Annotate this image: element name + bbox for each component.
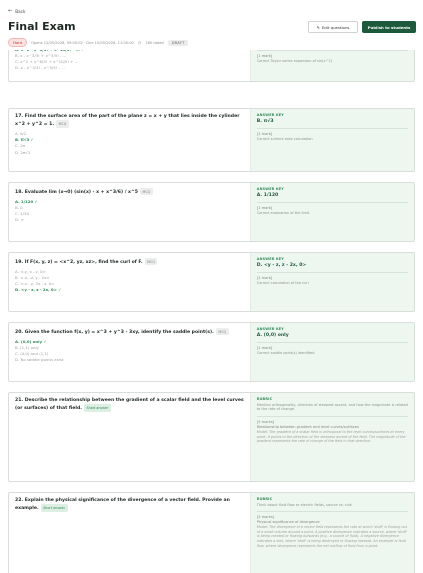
rubric-text: Think about fluid flow or electric field… [256, 502, 352, 507]
marks-label: [1 mark] [256, 275, 273, 280]
exam-meta: Hard Opens 12/05/2026, 09:00:02 · Due 10… [8, 38, 189, 47]
answer-key-value: A. (0,0) only [256, 332, 289, 338]
exam-dates: Opens 12/05/2026, 09:00:02 · Due 10/05/2… [31, 40, 134, 45]
option-d: D. x - x^3/3! - x^5/5! - ... [15, 65, 65, 71]
clock-icon: ◷ [137, 40, 142, 45]
rubric-panel: RUBRIC Mention orthogonality, direction … [249, 393, 414, 481]
answer-explanation: Correct calculation of the curl [256, 281, 309, 285]
question-type-tag: MCQ [215, 328, 229, 336]
rubric-panel: RUBRIC Think about fluid flow or electri… [249, 493, 414, 573]
question-text: 19. If F(x, y, z) = <x^2, yz, xz>, find … [15, 258, 244, 267]
question-card-19: 19. If F(x, y, z) = <x^2, yz, xz>, find … [8, 252, 415, 312]
publish-button[interactable]: Publish to students [362, 21, 416, 33]
edit-questions-label: Edit questions [321, 24, 350, 30]
arrow-left-icon: ← [8, 8, 13, 14]
rubric-point-title: Physical significance of divergence [256, 520, 320, 525]
answer-key-label: ANSWER KEY [256, 187, 284, 191]
answer-explanation: Correct surface area calculation [256, 137, 313, 141]
question-card-17: 17. Find the surface area of the part of… [8, 108, 415, 172]
option-d: D. ∞ [15, 217, 24, 223]
option-d: D. <y - z, z - 2x, 0> ✓ [15, 287, 62, 293]
answer-key-value: B. π√3 [256, 118, 274, 124]
question-type-tag: Short answer [40, 504, 68, 512]
answer-key-label: ANSWER KEY [256, 257, 284, 261]
answer-key-value: D. <y - z, z - 2x, 0> [256, 262, 307, 268]
option-d: D. 2π√3 [15, 149, 31, 155]
question-type-tag: MCQ [144, 258, 158, 266]
top-bar: ← Back Final Exam Hard Opens 12/05/2026,… [0, 0, 423, 50]
rubric-point-model: Model: The divergence of a vector field … [256, 525, 408, 548]
exam-duration: 180 dated [145, 40, 164, 45]
answer-key-label: ANSWER KEY [256, 327, 284, 331]
pencil-icon: ✎ [316, 24, 320, 30]
question-type-tag: MCQ [56, 120, 69, 128]
back-link[interactable]: ← Back [8, 8, 25, 14]
question-type-tag: MCQ [140, 188, 153, 196]
marks-label: [1 mark] [256, 205, 273, 210]
rubric-point-model: Model: The gradient of a scalar field is… [256, 430, 406, 444]
rubric-label: RUBRIC [256, 497, 273, 501]
answer-key-panel: ANSWER KEY D. <y - z, z - 2x, 0> [1 mark… [249, 253, 414, 311]
answer-key-value: A. 1/120 [256, 192, 279, 198]
answer-explanation: Correct saddle point(s) identified [256, 351, 315, 355]
answer-explanation: Correct evaluation of the limit [256, 211, 310, 215]
marks-label: [1 mark] [256, 131, 273, 136]
question-text: 17. Find the surface area of the part of… [15, 114, 240, 128]
answer-key-label: ANSWER KEY [256, 113, 284, 117]
question-text: 18. Evaluate lim (x→0) (sin(x) - x + x^3… [15, 188, 244, 197]
answer-explanation: Correct Taylor series expansion of sin(x… [256, 59, 333, 63]
edit-questions-button[interactable]: ✎ Edit questions [308, 21, 358, 33]
question-card-21: 21. Describe the relationship between th… [8, 392, 415, 482]
option-d: D. No saddle points exist [15, 357, 64, 363]
status-badge: DRAFT [167, 39, 189, 46]
page-title: Final Exam [8, 20, 76, 33]
question-type-tag: Short answer [84, 404, 111, 412]
difficulty-badge: Hard [8, 38, 28, 47]
rubric-label: RUBRIC [256, 397, 273, 401]
answer-key-panel: ANSWER KEY B. π√3 [1 mark] Correct surfa… [249, 109, 414, 171]
question-card-20: 20. Given the function f(x, y) = x^3 + y… [8, 322, 415, 382]
rubric-point-title: Relationship between gradient and level … [256, 425, 359, 430]
question-text: 22. Explain the physical significance of… [15, 498, 230, 512]
marks-label: [5 marks] [256, 420, 275, 425]
marks-label: [1 mark] [256, 345, 273, 350]
rubric-text: Mention orthogonality, direction of stee… [256, 402, 408, 412]
question-card-18: 18. Evaluate lim (x→0) (sin(x) - x + x^3… [8, 182, 415, 242]
answer-key-panel: ANSWER KEY A. (0,0) only [1 mark] Correc… [249, 323, 414, 381]
back-label: Back [15, 8, 26, 14]
question-card-22: 22. Explain the physical significance of… [8, 492, 415, 573]
question-text: 20. Given the function f(x, y) = x^3 + y… [15, 328, 244, 337]
marks-label: [1 mark] [256, 53, 273, 58]
answer-key-panel: ANSWER KEY A. 1/120 [1 mark] Correct eva… [249, 183, 414, 241]
marks-label: [5 marks] [256, 515, 275, 520]
question-text: 21. Describe the relationship between th… [15, 398, 244, 412]
